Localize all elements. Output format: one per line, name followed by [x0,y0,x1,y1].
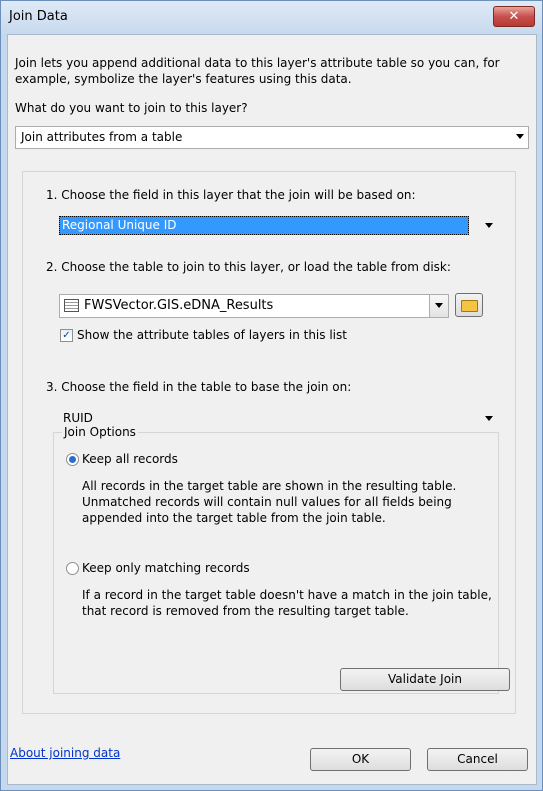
join-type-dropdown[interactable]: Join attributes from a table [15,126,529,149]
join-settings-panel: 1. Choose the field in this layer that t… [22,171,516,714]
keep-matching-records-radio[interactable] [66,562,79,575]
join-table-dropdown-button[interactable] [429,295,448,317]
join-table-dropdown[interactable]: FWSVector.GIS.eDNA_Results [59,294,449,318]
chevron-down-icon [516,134,524,139]
join-table-value: FWSVector.GIS.eDNA_Results [84,298,274,313]
keep-all-records-radio[interactable] [66,453,79,466]
dialog-body: Join lets you append additional data to … [7,34,537,785]
join-type-question: What do you want to join to this layer? [15,101,248,115]
show-layer-tables-checkbox[interactable]: ✓ [60,329,73,342]
intro-text: Join lets you append additional data to … [15,56,500,86]
about-joining-data-link[interactable]: About joining data [10,746,120,760]
keep-all-records-label[interactable]: Keep all records [82,452,178,466]
close-icon: ✕ [508,9,520,24]
title-bar: Join Data ✕ [1,1,542,34]
keep-matching-records-description: If a record in the target table doesn't … [82,588,492,618]
cancel-button[interactable]: Cancel [427,748,528,771]
keep-matching-records-label[interactable]: Keep only matching records [82,561,250,575]
ok-button[interactable]: OK [310,748,411,771]
chevron-down-icon [485,223,493,228]
chevron-down-icon [435,303,443,308]
open-folder-icon [461,300,478,312]
browse-table-button[interactable] [455,293,483,317]
chevron-down-icon [485,416,493,421]
validate-join-button[interactable]: Validate Join [340,668,510,691]
join-options-group: Join Options Keep all records All record… [53,425,499,694]
join-data-dialog: Join Data ✕ Join lets you append additio… [0,0,543,791]
join-field-value: RUID [63,411,93,425]
join-options-legend: Join Options [62,425,138,439]
step2-label: 2. Choose the table to join to this laye… [46,260,451,274]
table-icon [64,299,79,312]
keep-all-records-description: All records in the target table are show… [82,479,457,525]
close-button[interactable]: ✕ [493,6,535,27]
layer-field-dropdown[interactable]: Regional Unique ID [59,215,495,236]
layer-field-value: Regional Unique ID [59,216,469,235]
show-layer-tables-label: Show the attribute tables of layers in t… [77,328,347,342]
step1-label: 1. Choose the field in this layer that t… [46,188,416,202]
step3-label: 3. Choose the field in the table to base… [46,380,352,394]
join-type-value: Join attributes from a table [21,130,183,144]
dialog-title: Join Data [9,9,68,24]
